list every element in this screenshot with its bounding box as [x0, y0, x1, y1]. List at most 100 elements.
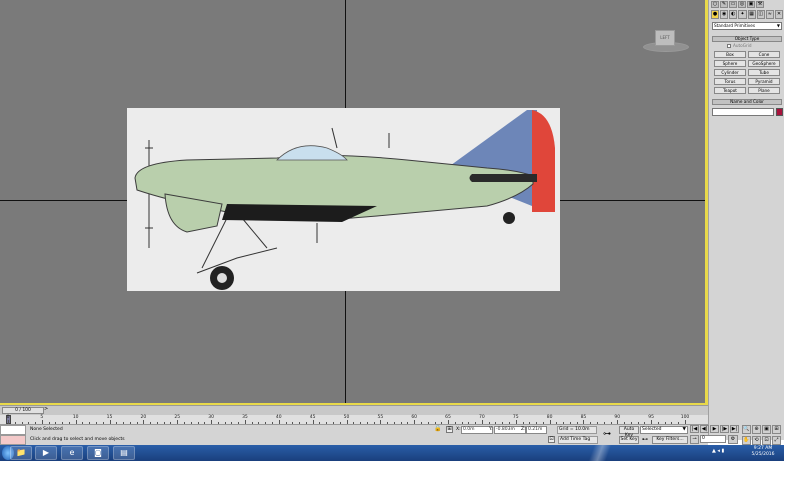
trackbar-tick: [299, 422, 301, 424]
lock-icon[interactable]: 🔒: [434, 426, 441, 433]
viewcube-face[interactable]: LEFT: [655, 30, 675, 46]
spacewarps-icon[interactable]: ◫: [756, 10, 765, 19]
display-tab-icon[interactable]: ▣: [747, 1, 755, 8]
viewport-navigation-controls: 🔍 ⊕ ▣ ⊞ ✋ ⟲ ⊡ ⤢: [742, 425, 784, 445]
reference-plane-image[interactable]: [127, 108, 560, 291]
previous-frame-icon[interactable]: ◀|: [700, 425, 709, 433]
sphere-button[interactable]: Sphere: [714, 60, 746, 67]
field-of-view-icon[interactable]: ⊡: [762, 435, 771, 445]
orbit-icon[interactable]: ⟲: [752, 435, 761, 445]
app-taskbar-icon[interactable]: ▤: [113, 446, 135, 460]
geosphere-button[interactable]: GeoSphere: [748, 60, 780, 67]
maxscript-listener-output[interactable]: [0, 435, 26, 445]
trackbar-tick: [448, 420, 450, 424]
current-frame-field[interactable]: 0: [700, 435, 726, 443]
pan-icon[interactable]: ✋: [742, 435, 751, 445]
trackbar-tick: [339, 422, 341, 424]
modify-tab-icon[interactable]: ✎: [720, 1, 728, 8]
tube-button[interactable]: Tube: [748, 69, 780, 76]
cylinder-button[interactable]: Cylinder: [714, 69, 746, 76]
set-key-button[interactable]: Set Key: [619, 436, 639, 444]
go-to-start-icon[interactable]: |◀: [690, 425, 699, 433]
rudder: [532, 110, 555, 212]
trackbar-tick: [583, 420, 585, 424]
set-key-icon[interactable]: ⊶: [603, 428, 616, 440]
trackbar-tick: [231, 422, 233, 424]
box-button[interactable]: Box: [714, 51, 746, 58]
trackbar-frame-label: 100: [680, 415, 690, 420]
torus-button[interactable]: Torus: [714, 78, 746, 85]
create-tab-icon[interactable]: ○: [711, 1, 719, 8]
object-name-field[interactable]: [712, 108, 774, 116]
auto-key-button[interactable]: Auto Key: [619, 426, 639, 438]
object-color-swatch[interactable]: [776, 108, 783, 116]
status-bar: None Selected Click and drag to select a…: [0, 425, 708, 445]
maxscript-listener-input[interactable]: [0, 425, 26, 435]
trackbar-frame-label: 70: [479, 415, 485, 420]
viewcube[interactable]: LEFT: [643, 24, 689, 54]
taskbar-clock[interactable]: 9:27 AM 5/25/2016: [745, 446, 781, 458]
utilities-tab-icon[interactable]: ⚒: [756, 1, 764, 8]
zoom-all-icon[interactable]: ⊕: [752, 425, 761, 434]
key-filters-button[interactable]: Key Filters...: [652, 436, 688, 444]
key-mode-icon[interactable]: ⊷: [642, 436, 650, 444]
key-set-dropdown[interactable]: Selected ▼: [640, 426, 688, 434]
autogrid-checkbox[interactable]: AutoGrid: [727, 43, 777, 50]
system-tray-icons[interactable]: ▲ ◂ ▮: [712, 448, 724, 454]
time-slider-handle[interactable]: 0 / 100: [2, 407, 44, 414]
trackbar-tick: [387, 422, 389, 424]
lights-icon[interactable]: ◐: [729, 10, 738, 19]
hierarchy-tab-icon[interactable]: ▭: [729, 1, 737, 8]
cameras-icon[interactable]: ✦: [738, 10, 747, 19]
extra-icon[interactable]: ✕: [774, 10, 783, 19]
object-type-rollout[interactable]: Object Type: [712, 36, 782, 42]
absolute-mode-icon[interactable]: ⊞: [446, 426, 453, 433]
internet-explorer-taskbar-icon[interactable]: e: [61, 446, 83, 460]
geometry-icon[interactable]: ●: [711, 10, 720, 19]
trackbar-tick: [55, 422, 57, 424]
z-coordinate-field[interactable]: 0.21m: [526, 426, 547, 434]
primitive-type-dropdown[interactable]: Standard Primitives ▼: [712, 22, 782, 30]
trackbar-frame-label: 15: [106, 415, 113, 420]
time-tag-icon[interactable]: ⊡: [548, 436, 555, 443]
helpers-icon[interactable]: ▦: [747, 10, 756, 19]
explorer-taskbar-icon[interactable]: 📁: [10, 446, 32, 460]
trackbar-tick: [468, 422, 470, 424]
teapot-button[interactable]: Teapot: [714, 87, 746, 94]
left-viewport[interactable]: LEFT: [0, 0, 708, 405]
trackbar-tick: [150, 422, 152, 424]
time-configuration-icon[interactable]: ⚙: [728, 435, 738, 444]
play-icon[interactable]: ▶: [710, 425, 719, 433]
trackbar-tick: [68, 422, 70, 424]
track-bar[interactable]: 0 5 10 15 20 25 30 35 40 45 50 55 60 65 70 75 80 85 90 95 10…: [0, 415, 708, 425]
add-time-tag-button[interactable]: Add Time Tag: [558, 436, 598, 444]
trackbar-tick: [637, 422, 639, 424]
trackbar-tick: [278, 420, 280, 424]
plane-button[interactable]: Plane: [748, 87, 780, 94]
systems-icon[interactable]: ≈: [765, 10, 774, 19]
media-player-taskbar-icon[interactable]: ▶: [35, 446, 57, 460]
maximize-viewport-icon[interactable]: ⤢: [772, 435, 781, 445]
trackbar-frame-label: 60: [411, 415, 418, 420]
checkbox-icon[interactable]: [727, 44, 731, 48]
trackbar-tick: [21, 422, 23, 424]
motion-tab-icon[interactable]: ◎: [738, 1, 746, 8]
next-frame-icon[interactable]: |▶: [720, 425, 729, 433]
trackbar-frame-label: 5: [40, 415, 44, 420]
zoom-icon[interactable]: 🔍: [742, 425, 751, 434]
trackbar-tick: [35, 422, 37, 424]
trackbar-tick: [624, 422, 626, 424]
trackbar-tick: [400, 422, 402, 424]
pyramid-button[interactable]: Pyramid: [748, 78, 780, 85]
zoom-extents-all-icon[interactable]: ⊞: [772, 425, 781, 434]
3dsmax-taskbar-icon[interactable]: ◙: [87, 446, 109, 460]
name-and-color-rollout[interactable]: Name and Color: [712, 99, 782, 105]
shapes-icon[interactable]: ◉: [720, 10, 729, 19]
x-label: X:: [456, 427, 461, 432]
cone-button[interactable]: Cone: [748, 51, 780, 58]
airplane-model[interactable]: [127, 108, 560, 291]
next-frame-icon[interactable]: >: [44, 407, 50, 414]
go-to-end-icon[interactable]: ▶|: [730, 425, 739, 433]
key-mode-toggle-icon[interactable]: ⊸: [690, 435, 699, 444]
zoom-extents-icon[interactable]: ▣: [762, 425, 771, 434]
